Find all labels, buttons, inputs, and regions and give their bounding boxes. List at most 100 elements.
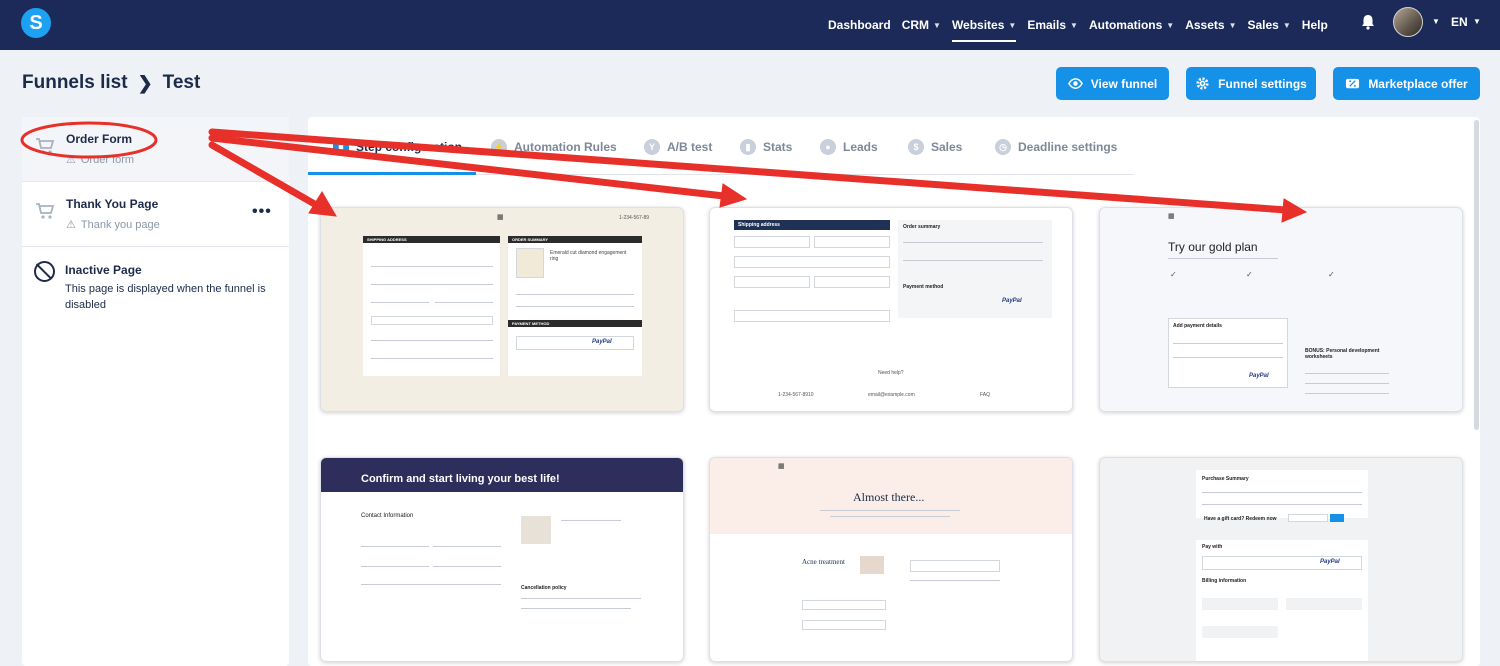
scrollbar[interactable] — [1474, 120, 1479, 430]
template-text: Need help? — [878, 370, 904, 376]
template-summary: Purchase Summary — [1196, 470, 1368, 518]
tab-leads[interactable]: ● Leads — [820, 139, 878, 155]
tab-sales[interactable]: $ Sales — [908, 139, 962, 155]
check-icon: ✓ — [1246, 270, 1253, 279]
nav-help[interactable]: Help — [1302, 0, 1328, 50]
paypal-logo: PayPal — [1002, 298, 1022, 304]
tab-label: Automation Rules — [514, 140, 617, 154]
warning-icon: ⚠ — [66, 154, 76, 166]
template-text: Billing information — [1202, 578, 1247, 584]
template-card-order-form-1[interactable]: ▦ 1-234-567-89 SHIPPING ADDRESS ORDER SU… — [320, 207, 684, 412]
template-card-confirm[interactable]: Confirm and start living your best life!… — [320, 457, 684, 662]
paypal-logo: PayPal — [592, 339, 612, 345]
template-form: SHIPPING ADDRESS — [363, 236, 500, 376]
check-icon: ✓ — [1170, 270, 1177, 279]
grid-icon: ▦ — [497, 214, 504, 221]
template-card-gold-plan[interactable]: ▦ Try our gold plan ✓ ✓ ✓ Add payment de… — [1099, 207, 1463, 412]
bar-chart-icon: ▮ — [740, 139, 756, 155]
cart-icon — [36, 203, 55, 219]
template-text: Cancellation policy — [521, 585, 567, 591]
nav-crm[interactable]: CRM ▼ — [902, 0, 941, 50]
ticket-icon — [1346, 78, 1360, 89]
chevron-down-icon[interactable]: ▼ — [1432, 17, 1440, 26]
funnel-settings-button[interactable]: Funnel settings — [1186, 67, 1316, 100]
template-summary: ORDER SUMMARY Emerald cut diamond engage… — [508, 236, 642, 376]
template-text: PAYMENT METHOD — [508, 320, 642, 327]
template-card-order-form-2[interactable]: Shipping address Order summary Payment m… — [709, 207, 1073, 412]
inactive-page-description: This page is displayed when the funnel i… — [65, 283, 266, 311]
nav-automations[interactable]: Automations ▼ — [1089, 0, 1174, 50]
template-payment: Pay with PayPal Billing information — [1196, 540, 1368, 661]
main-menu: Dashboard CRM ▼ Websites ▼ Emails ▼ Automat… — [828, 0, 1339, 50]
nav-emails[interactable]: Emails ▼ — [1027, 0, 1078, 50]
clock-icon: ◷ — [995, 139, 1011, 155]
user-avatar[interactable] — [1393, 7, 1423, 37]
bell-icon[interactable] — [1361, 14, 1375, 30]
step-order-form[interactable]: Order Form ⚠ Order form — [22, 117, 289, 182]
tab-deadline-settings[interactable]: ◷ Deadline settings — [995, 139, 1117, 155]
eye-icon — [1067, 78, 1083, 89]
chevron-down-icon[interactable]: ▼ — [1473, 17, 1481, 26]
tab-label: Sales — [931, 140, 963, 154]
breadcrumb-funnels-list[interactable]: Funnels list — [22, 72, 128, 94]
paypal-logo: PayPal — [1320, 559, 1340, 565]
chevron-down-icon: ▼ — [933, 20, 941, 30]
cart-icon — [36, 138, 55, 154]
users-icon: ● — [820, 139, 836, 155]
view-funnel-button[interactable]: View funnel — [1056, 67, 1169, 100]
tab-label: A/B test — [667, 140, 713, 154]
nav-emails-label: Emails — [1027, 18, 1067, 32]
marketplace-offer-button[interactable]: Marketplace offer — [1333, 67, 1480, 100]
nav-dashboard[interactable]: Dashboard — [828, 0, 891, 50]
tab-step-configuration[interactable]: ■ Step configuration — [333, 139, 462, 155]
template-text: SHIPPING ADDRESS — [363, 236, 500, 243]
step-title: Order Form — [66, 132, 133, 146]
tab-ab-test[interactable]: Y A/B test — [644, 139, 712, 155]
nav-assets[interactable]: Assets ▼ — [1185, 0, 1236, 50]
lightning-icon: ⚡ — [491, 139, 507, 155]
template-title: Try our gold plan — [1168, 240, 1258, 254]
breadcrumb: Funnels list ❯ Test — [22, 72, 200, 94]
template-title: Almost there... — [853, 490, 925, 504]
tab-label: Deadline settings — [1018, 140, 1118, 154]
nav-websites[interactable]: Websites ▼ — [951, 0, 1017, 50]
template-summary: Order summary — [898, 220, 1052, 282]
chevron-down-icon: ▼ — [1070, 20, 1078, 30]
marketplace-offer-label: Marketplace offer — [1368, 76, 1468, 91]
template-text: Acne treatment — [802, 558, 845, 566]
config-icon: ■ — [333, 139, 349, 155]
template-text: Have a gift card? Redeem now — [1204, 516, 1277, 522]
template-text: BONUS: Personal development worksheets — [1305, 348, 1380, 360]
template-card-purchase-summary[interactable]: Purchase Summary Have a gift card? Redee… — [1099, 457, 1463, 662]
active-tab-indicator — [308, 172, 476, 175]
nav-assets-label: Assets — [1185, 18, 1225, 32]
template-text: email@example.com — [868, 392, 915, 398]
chevron-down-icon: ▼ — [1166, 20, 1175, 30]
step-thank-you-page[interactable]: Thank You Page ⚠ Thank you page — [22, 182, 289, 247]
nav-sales[interactable]: Sales ▼ — [1248, 0, 1291, 50]
more-options-icon[interactable]: ••• — [252, 203, 272, 221]
tab-automation-rules[interactable]: ⚡ Automation Rules — [491, 139, 617, 155]
template-text: Purchase Summary — [1202, 476, 1249, 482]
step-subtitle-text: Thank you page — [80, 218, 160, 231]
tab-stats[interactable]: ▮ Stats — [740, 139, 792, 155]
nav-sales-label: Sales — [1247, 18, 1279, 32]
nav-crm-label: CRM — [901, 18, 930, 32]
template-form: Shipping address — [734, 220, 890, 332]
tab-label: Stats — [763, 140, 793, 154]
step-subtitle: ⚠ Thank you page — [66, 218, 160, 232]
tab-label: Leads — [843, 140, 878, 154]
template-text: 1-234-567-8910 — [778, 392, 814, 398]
inactive-page-title[interactable]: Inactive Page — [65, 263, 142, 277]
dollar-icon: $ — [908, 139, 924, 155]
language-selector[interactable]: EN — [1451, 15, 1468, 29]
template-text: Add payment details — [1173, 323, 1222, 329]
gear-icon — [1196, 77, 1209, 90]
template-card-almost-there[interactable]: ▦ Almost there... Acne treatment — [709, 457, 1073, 662]
app-logo[interactable]: S — [21, 8, 51, 38]
warning-icon: ⚠ — [66, 219, 76, 231]
template-text: Contact Information — [361, 513, 414, 519]
paypal-logo: PayPal — [1249, 373, 1269, 379]
step-subtitle-text: Order form — [80, 153, 135, 166]
check-icon: ✓ — [1328, 270, 1335, 279]
